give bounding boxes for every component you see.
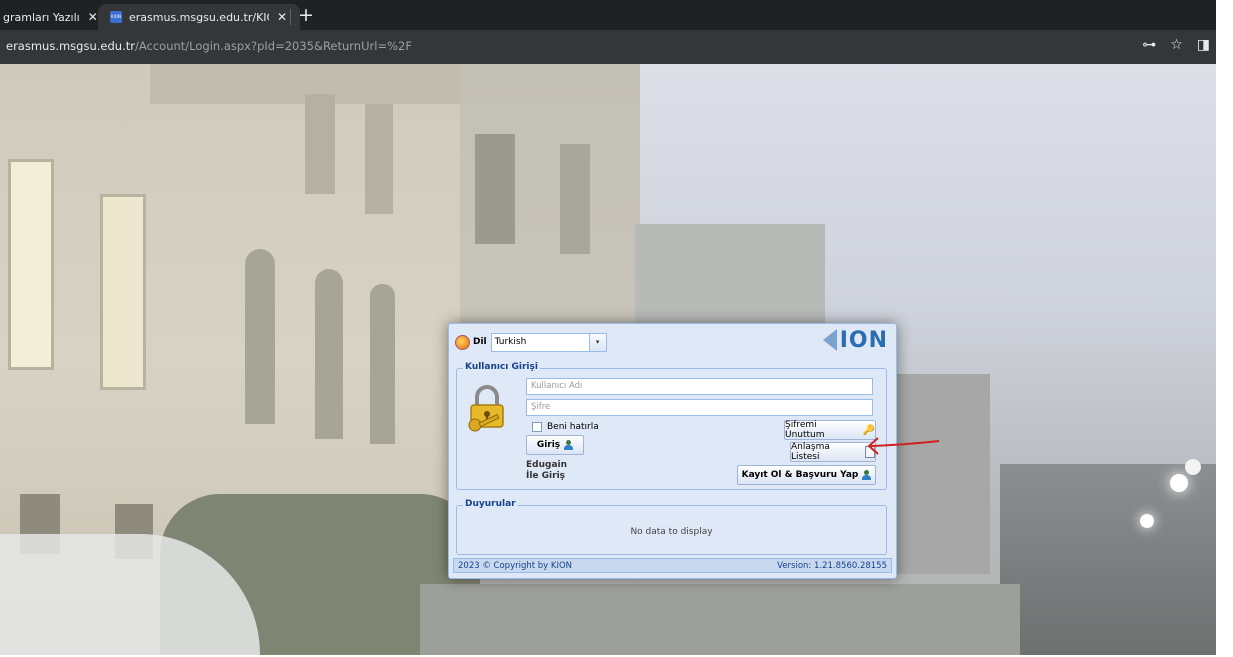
kion-favicon-icon: KION bbox=[110, 11, 122, 23]
user-login-fieldset: Kullanıcı Girişi Kullanıcı Adı Şifre Ben… bbox=[456, 362, 887, 490]
edugain-line-1: Edugain bbox=[526, 460, 568, 470]
edugain-line-2: İle Giriş bbox=[526, 471, 566, 481]
add-user-icon bbox=[862, 470, 872, 480]
tab-separator bbox=[290, 9, 291, 25]
address-bar[interactable]: erasmus.msgsu.edu.tr/Account/Login.aspx?… bbox=[0, 30, 1216, 64]
login-button-label: Giriş bbox=[536, 440, 561, 450]
password-key-icon[interactable]: ⊶ bbox=[1142, 37, 1156, 53]
password-input[interactable]: Şifre bbox=[526, 399, 873, 416]
username-input[interactable]: Kullanıcı Adı bbox=[526, 378, 873, 395]
globe-icon bbox=[455, 334, 470, 350]
url-domain: erasmus.msgsu.edu.tr bbox=[6, 39, 135, 53]
remember-me-checkbox[interactable]: Beni hatırla bbox=[532, 422, 599, 432]
tab-title: gramları Yazılı bbox=[3, 10, 80, 24]
login-panel: Dil Turkish ▾ ION Kullanıcı Girişi Kulla… bbox=[448, 323, 897, 579]
kion-logo: ION bbox=[822, 327, 888, 353]
language-row: Dil Turkish ▾ bbox=[455, 332, 607, 352]
red-annotation-arrow-icon bbox=[867, 437, 940, 455]
announcements-empty-text: No data to display bbox=[630, 527, 713, 537]
remember-me-label: Beni hatırla bbox=[547, 422, 599, 432]
user-login-legend: Kullanıcı Girişi bbox=[463, 362, 540, 372]
checkbox-box[interactable] bbox=[532, 422, 542, 432]
close-tab-icon[interactable]: ✕ bbox=[88, 10, 98, 24]
announcements-fieldset: Duyurular No data to display bbox=[456, 499, 887, 555]
padlock-key-icon bbox=[468, 385, 504, 432]
login-button[interactable]: Giriş bbox=[526, 435, 584, 455]
announcements-legend: Duyurular bbox=[463, 499, 518, 509]
language-select[interactable]: Turkish ▾ bbox=[490, 332, 607, 352]
edugain-login-link[interactable]: Edugain İle Giriş bbox=[526, 460, 567, 482]
forgot-password-label: Şifremi Unuttum bbox=[785, 420, 825, 440]
kion-logo-text: ION bbox=[839, 327, 888, 353]
new-tab-button[interactable]: + bbox=[298, 4, 314, 26]
tab-title: erasmus.msgsu.edu.tr/KION.UI.V bbox=[129, 10, 269, 24]
browser-tab-strip: gramları Yazılı ✕ KION erasmus.msgsu.edu… bbox=[0, 0, 1216, 30]
agreement-list-button[interactable]: Anlaşma Listesi bbox=[790, 442, 876, 462]
close-tab-icon[interactable]: ✕ bbox=[277, 10, 287, 24]
username-placeholder: Kullanıcı Adı bbox=[531, 381, 583, 391]
browser-tab[interactable]: gramları Yazılı ✕ bbox=[0, 4, 103, 30]
url-path: /Account/Login.aspx?pId=2035&ReturnUrl=%… bbox=[134, 39, 412, 53]
language-selected-value: Turkish bbox=[494, 336, 527, 347]
bookmark-star-icon[interactable]: ☆ bbox=[1170, 37, 1183, 53]
sidebar-toggle-icon[interactable]: ◨ bbox=[1197, 37, 1210, 53]
register-apply-button[interactable]: Kayıt Ol & Başvuru Yap bbox=[737, 465, 876, 485]
register-apply-label: Kayıt Ol & Başvuru Yap bbox=[741, 470, 859, 480]
version-text: Version: 1.21.8560.28155 bbox=[777, 560, 887, 571]
url-text[interactable]: erasmus.msgsu.edu.tr/Account/Login.aspx?… bbox=[6, 39, 412, 53]
user-icon bbox=[564, 440, 574, 450]
browser-tab-active[interactable]: KION erasmus.msgsu.edu.tr/KION.UI.V ✕ bbox=[98, 4, 300, 30]
language-label: Dil bbox=[473, 337, 487, 347]
kion-logo-mark-icon bbox=[822, 329, 837, 351]
copyright-text: 2023 © Copyright by KION bbox=[458, 560, 573, 571]
password-placeholder: Şifre bbox=[531, 402, 551, 412]
forgot-password-button[interactable]: Şifremi Unuttum 🔑 bbox=[784, 420, 876, 440]
page-edge bbox=[1216, 0, 1233, 657]
agreement-list-label: Anlaşma Listesi bbox=[791, 442, 830, 462]
panel-footer: 2023 © Copyright by KION Version: 1.21.8… bbox=[453, 558, 892, 573]
chevron-down-icon[interactable]: ▾ bbox=[588, 333, 606, 351]
